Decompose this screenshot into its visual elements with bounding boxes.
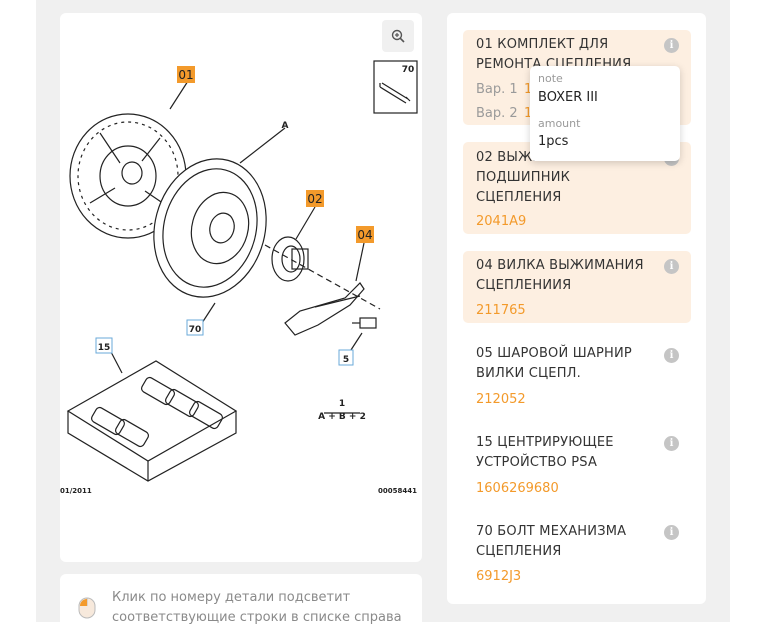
variant-label: Вар. 1 <box>476 82 518 97</box>
part-title: 15 ЦЕНТРИРУЮЩЕЕ УСТРОЙСТВО PSA <box>476 435 614 470</box>
tooltip-amount-label: amount <box>538 117 581 130</box>
part-code[interactable]: 6912J3 <box>476 568 521 586</box>
part-code[interactable]: 211765 <box>476 302 526 320</box>
info-icon[interactable]: i <box>664 525 679 540</box>
svg-text:15: 15 <box>98 343 111 353</box>
part-code[interactable]: 1606269680 <box>476 480 559 498</box>
svg-text:5: 5 <box>343 355 349 365</box>
part-code[interactable]: 2041A9 <box>476 213 526 231</box>
mouse-icon <box>78 597 96 619</box>
diagram-footer-right: 00058441 <box>378 487 417 495</box>
part-row-05[interactable]: 05 ШАРОВОЙ ШАРНИР ВИЛКИ СЦЕПЛ. i 212052 <box>463 340 691 412</box>
centering-kit-drawing <box>66 360 238 482</box>
formula-top: 1 <box>339 399 345 409</box>
bearing-drawing <box>271 236 309 282</box>
part-title: 70 БОЛТ МЕХАНИЗМА СЦЕПЛЕНИЯ <box>476 524 627 559</box>
variant-label: Вар. 2 <box>476 106 518 121</box>
diagram-footer-left: 01/2011 <box>60 487 92 495</box>
part-title: 05 ШАРОВОЙ ШАРНИР ВИЛКИ СЦЕПЛ. <box>476 346 632 381</box>
ball-joint-drawing <box>352 317 377 329</box>
fork-drawing <box>284 282 365 336</box>
part-row-04[interactable]: 04 ВИЛКА ВЫЖИМАНИЯ СЦЕПЛЕНИИЯ i 211765 <box>463 251 691 323</box>
svg-text:70: 70 <box>189 325 202 335</box>
part-row-70[interactable]: 70 БОЛТ МЕХАНИЗМА СЦЕПЛЕНИЯ i 6912J3 <box>463 517 691 589</box>
formula-bottom: A + B + 2 <box>318 412 366 422</box>
part-row-15[interactable]: 15 ЦЕНТРИРУЮЩЕЕ УСТРОЙСТВО PSA i 1606269… <box>463 428 691 500</box>
zoom-in-icon <box>391 29 405 43</box>
svg-text:04: 04 <box>357 228 372 242</box>
svg-text:01: 01 <box>178 68 193 82</box>
tooltip-amount-value: 1pcs <box>538 134 569 149</box>
part-code[interactable]: 212052 <box>476 391 526 409</box>
letter-a-label: A <box>282 121 289 131</box>
variant-tooltip: note BOXER III amount 1pcs <box>530 66 680 161</box>
tooltip-note-label: note <box>538 72 563 85</box>
part-title: 04 ВИЛКА ВЫЖИМАНИЯ СЦЕПЛЕНИИЯ <box>476 258 644 293</box>
inset-label-70: 70 <box>402 65 415 75</box>
tooltip-note-value: BOXER III <box>538 90 598 105</box>
parts-diagram: 01 02 04 70 15 5 70 A 1 A + B + 2 01/201… <box>60 60 418 495</box>
info-icon[interactable]: i <box>664 259 679 274</box>
zoom-button[interactable] <box>382 20 414 52</box>
info-icon[interactable]: i <box>664 38 679 53</box>
info-icon[interactable]: i <box>664 348 679 363</box>
svg-text:02: 02 <box>307 192 322 206</box>
info-icon[interactable]: i <box>664 436 679 451</box>
hint-text: Клик по номеру детали подсветит соответс… <box>112 590 402 625</box>
